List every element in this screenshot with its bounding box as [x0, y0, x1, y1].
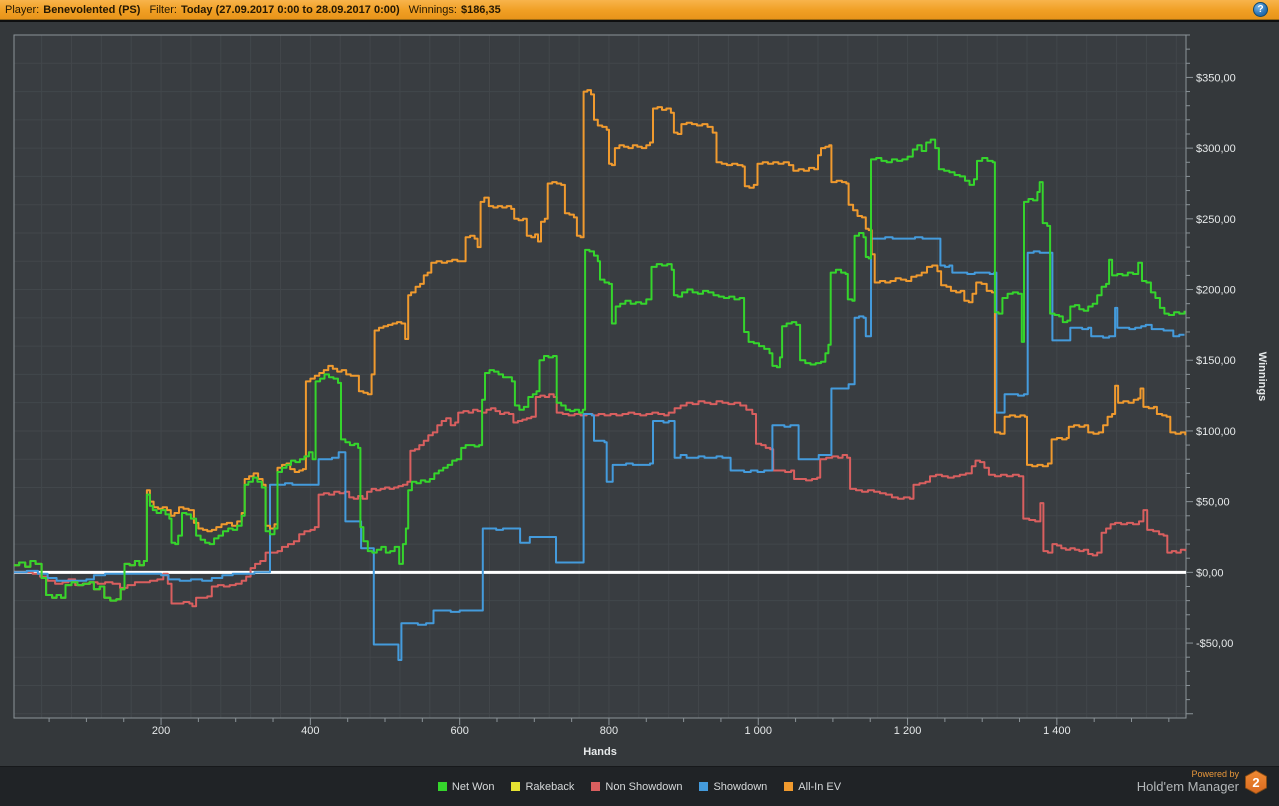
y-axis-title: Winnings	[1256, 352, 1268, 401]
x-axis-tick-label: 800	[600, 725, 618, 737]
y-axis-tick-label: $300,00	[1196, 143, 1236, 155]
x-axis-tick-label: 1 000	[744, 725, 772, 737]
help-icon[interactable]: ?	[1253, 2, 1268, 17]
plot-area	[14, 35, 1186, 718]
legend-item-net-won: Net Won	[437, 780, 495, 793]
x-axis-tick-label: 1 200	[894, 725, 922, 737]
footer-bar: Net Won Rakeback Non Showdown Showdown All-I…	[0, 766, 1279, 806]
player-label: Player:	[5, 3, 40, 16]
filter-value: Today (27.09.2017 0:00 to 28.09.2017 0:0…	[180, 3, 400, 16]
hm2-badge-icon: 2	[1245, 770, 1267, 795]
x-axis-title: Hands	[583, 746, 617, 758]
legend-label: Rakeback	[525, 780, 575, 793]
legend-item-non-showdown: Non Showdown	[591, 781, 682, 793]
x-axis-tick-label: 1 400	[1043, 725, 1071, 737]
y-axis-tick-label: $100,00	[1196, 426, 1236, 438]
y-axis-tick-label: $250,00	[1196, 214, 1236, 226]
legend-item-rakeback: Rakeback	[511, 781, 574, 793]
y-axis-tick-label: $150,00	[1196, 355, 1236, 367]
winnings-label: Winnings:	[408, 3, 457, 16]
y-axis-tick-label: $0,00	[1196, 567, 1224, 579]
legend-label: Non Showdown	[605, 780, 683, 793]
x-axis-tick-label: 600	[450, 725, 468, 737]
legend-swatch-icon	[699, 782, 709, 791]
player-value: Benevolented (PS)	[43, 3, 141, 16]
legend-swatch-icon	[591, 782, 601, 791]
legend-label: Net Won	[451, 780, 495, 793]
x-axis-tick-label: 200	[152, 725, 170, 737]
legend-label: All-In EV	[798, 780, 842, 793]
title-bar: Player: Benevolented (PS) Filter: Today …	[0, 0, 1279, 20]
legend-swatch-icon	[511, 782, 521, 791]
y-axis-tick-label: $200,00	[1196, 285, 1236, 297]
legend-label: Showdown	[713, 780, 768, 793]
branding: Powered by Hold'em Manager 2	[1136, 769, 1267, 795]
filter-label: Filter:	[149, 3, 177, 16]
x-axis-tick-label: 400	[301, 725, 319, 737]
y-axis-tick-label: $50,00	[1196, 497, 1230, 509]
brand-name: Hold'em Manager	[1136, 778, 1239, 794]
winnings-value: $186,35	[460, 3, 501, 16]
winnings-chart-canvas[interactable]: $350,00 $300,00 $250,00 $200,00 $150,00 $100,…	[0, 22, 1279, 768]
legend-swatch-icon	[784, 782, 794, 791]
legend-item-showdown: Showdown	[699, 781, 767, 793]
y-axis-tick-label: $350,00	[1196, 72, 1236, 84]
legend-item-all-in-ev: All-In EV	[784, 781, 841, 793]
winnings-graph: $350,00 $300,00 $250,00 $200,00 $150,00 $100,…	[0, 20, 1279, 766]
y-axis-tick-label: -$50,00	[1196, 638, 1233, 650]
legend-swatch-icon	[437, 782, 447, 791]
chart-legend: Net Won Rakeback Non Showdown Showdown All-I…	[0, 767, 1279, 806]
